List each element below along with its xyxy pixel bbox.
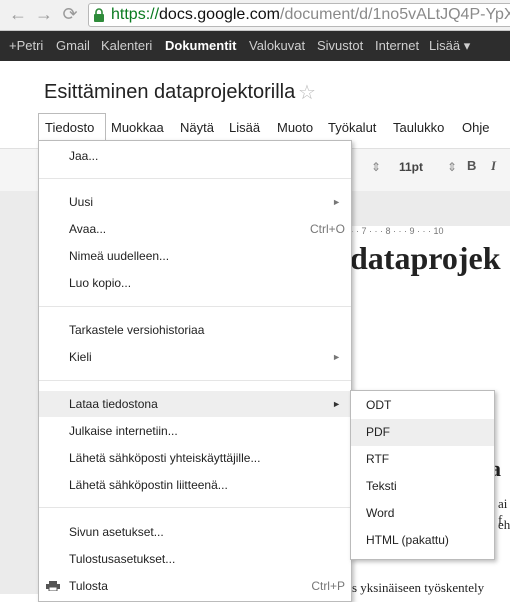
file-menu-share[interactable]: Jaa...: [39, 143, 351, 169]
file-menu-revision-history[interactable]: Tarkastele versiohistoriaa: [39, 317, 351, 343]
submenu-arrow-icon: ►: [332, 399, 341, 409]
download-odt[interactable]: ODT: [351, 392, 494, 419]
file-menu-rename[interactable]: Nimeä uudelleen...: [39, 243, 351, 269]
url-text: https://docs.google.com/document/d/1no5v…: [111, 6, 510, 23]
gbar-more-menu[interactable]: Lisää ▾: [429, 31, 470, 61]
menu-help[interactable]: Ohje: [462, 120, 489, 136]
document-text-fragment: eho: [498, 517, 510, 532]
file-menu-new[interactable]: Uusi ►: [39, 189, 351, 215]
menu-view[interactable]: Näytä: [180, 120, 214, 136]
file-menu-dropdown: Jaa... Uusi ► Avaa... Ctrl+O Nimeä uudelle…: [38, 140, 352, 602]
menu-separator: [39, 507, 351, 508]
gbar-documents-link[interactable]: Dokumentit: [165, 31, 237, 61]
menu-file[interactable]: Tiedosto: [45, 120, 94, 136]
reload-icon[interactable]: ⟳: [58, 3, 82, 25]
address-bar[interactable]: https://docs.google.com/document/d/1no5v…: [88, 3, 510, 27]
gbar-gmail-link[interactable]: Gmail: [56, 31, 90, 61]
download-pdf[interactable]: PDF: [351, 419, 494, 446]
menu-separator: [39, 306, 351, 307]
font-size-select[interactable]: 11pt: [399, 160, 423, 174]
file-menu-open[interactable]: Avaa... Ctrl+O: [39, 216, 351, 242]
menu-tools[interactable]: Työkalut: [328, 120, 376, 136]
download-word[interactable]: Word: [351, 500, 494, 527]
star-icon[interactable]: ☆: [298, 80, 316, 105]
file-menu-email-collaborators[interactable]: Lähetä sähköposti yhteiskäyttäjille...: [39, 445, 351, 471]
google-bar: +Petri Gmail Kalenteri Dokumentit Valoku…: [0, 31, 510, 61]
file-menu-publish[interactable]: Julkaise internetiin...: [39, 418, 351, 444]
file-menu-make-copy[interactable]: Luo kopio...: [39, 270, 351, 296]
back-icon[interactable]: ←: [6, 3, 30, 25]
shortcut-text: Ctrl+O: [309, 222, 345, 236]
menu-insert[interactable]: Lisää: [229, 120, 260, 136]
font-size-arrow-icon[interactable]: ⇕: [447, 160, 457, 174]
download-html-zipped[interactable]: HTML (pakattu): [351, 527, 494, 554]
menu-format[interactable]: Muoto: [277, 120, 313, 136]
document-title[interactable]: Esittäminen dataprojektorilla: [44, 81, 295, 104]
shortcut-text: Ctrl+P: [311, 579, 345, 593]
download-rtf[interactable]: RTF: [351, 446, 494, 473]
gbar-profile-link[interactable]: +Petri: [9, 31, 43, 61]
lock-icon: [94, 8, 104, 22]
file-menu-email-attachment[interactable]: Lähetä sähköpostin liitteenä...: [39, 472, 351, 498]
file-menu-download-as[interactable]: Lataa tiedostona ►: [39, 391, 351, 417]
gbar-calendar-link[interactable]: Kalenteri: [101, 31, 152, 61]
bold-button[interactable]: B: [467, 158, 476, 173]
menu-separator: [39, 178, 351, 179]
printer-icon: [46, 581, 60, 591]
file-menu-print-settings[interactable]: Tulostusasetukset...: [39, 546, 351, 572]
submenu-arrow-icon: ►: [332, 197, 341, 207]
ruler: · 6 · · · 7 · · · 8 · · · 9 · · · 10: [330, 226, 510, 240]
italic-button[interactable]: I: [491, 158, 496, 174]
font-dropdown-arrow-icon[interactable]: ⇕: [371, 160, 381, 174]
file-menu-page-setup[interactable]: Sivun asetukset...: [39, 519, 351, 545]
document-heading: dataprojek: [350, 240, 501, 276]
file-menu-language[interactable]: Kieli ►: [39, 344, 351, 370]
menu-edit[interactable]: Muokkaa: [111, 120, 164, 136]
menu-table[interactable]: Taulukko: [393, 120, 444, 136]
gbar-web-link[interactable]: Internet: [375, 31, 419, 61]
download-text[interactable]: Teksti: [351, 473, 494, 500]
forward-icon[interactable]: →: [32, 3, 56, 25]
menu-separator: [39, 380, 351, 381]
gbar-sites-link[interactable]: Sivustot: [317, 31, 363, 61]
submenu-arrow-icon: ►: [332, 352, 341, 362]
download-as-submenu: ODT PDF RTF Teksti Word HTML (pakattu): [350, 390, 495, 560]
file-menu-print[interactable]: Tulosta Ctrl+P: [39, 573, 351, 599]
gbar-photos-link[interactable]: Valokuvat: [249, 31, 305, 61]
